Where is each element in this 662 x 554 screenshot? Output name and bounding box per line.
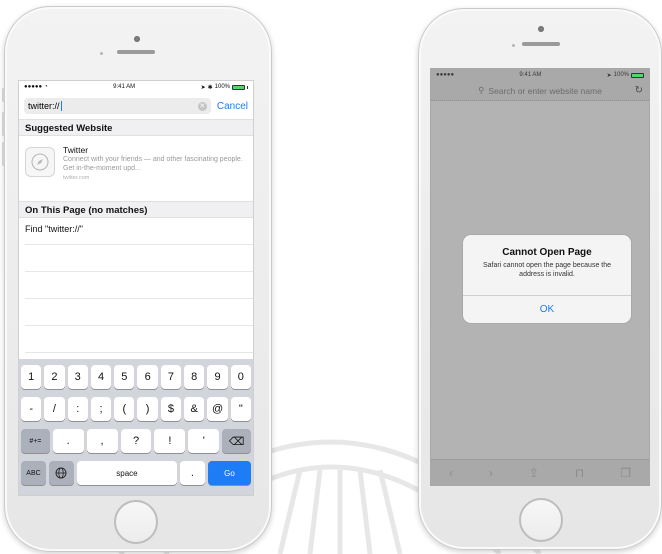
- key[interactable]: !: [154, 429, 186, 453]
- battery-icon: [631, 72, 644, 78]
- alert-title: Cannot Open Page: [502, 247, 592, 258]
- key[interactable]: ': [188, 429, 220, 453]
- status-bar: ●●●●● 9:41 AM ➤ 100%: [431, 69, 649, 81]
- key[interactable]: 3: [67, 365, 88, 389]
- more-symbols-key[interactable]: #+=: [21, 429, 50, 453]
- status-time: 9:41 AM: [113, 84, 136, 90]
- suggested-website-header: Suggested Website: [19, 119, 253, 136]
- key[interactable]: &: [184, 397, 205, 421]
- numeric-keyboard: 1 2 3 4 5 6 7 8 9 0 - / : ; ( ) $ & @ " …: [19, 359, 253, 495]
- suggestion-description: Connect with your friends — and other fa…: [63, 156, 243, 172]
- home-button[interactable]: [114, 500, 158, 544]
- suggestion-title: Twitter: [63, 145, 89, 155]
- cannot-open-page-alert: Cannot Open Page Safari cannot open the …: [463, 235, 631, 323]
- battery-icon: [232, 84, 245, 90]
- suggested-website-item[interactable]: Twitter Connect with your friends — and …: [19, 139, 253, 195]
- key[interactable]: 9: [207, 365, 228, 389]
- text-caret: [60, 101, 62, 111]
- address-text: twitter://: [28, 101, 60, 111]
- search-icon: ⚲: [478, 85, 485, 95]
- volume-up-button: [2, 112, 5, 136]
- carrier-signal: ●●●●●: [436, 72, 455, 78]
- bookmarks-icon[interactable]: ⊓: [575, 466, 584, 480]
- key[interactable]: 2: [44, 365, 65, 389]
- sensor-dot: [512, 44, 515, 47]
- key[interactable]: 5: [114, 365, 135, 389]
- keyboard-row-punctuation: #+= . , ? ! ' ⌫: [21, 429, 252, 453]
- bluetooth-icon: ✱: [207, 84, 213, 91]
- row-divider: [25, 352, 253, 353]
- key[interactable]: .: [52, 429, 84, 453]
- volume-down-button: [2, 142, 5, 166]
- find-on-page-item[interactable]: Find "twitter://": [25, 224, 83, 234]
- key[interactable]: 8: [184, 365, 205, 389]
- search-placeholder: Search or enter website name: [488, 85, 602, 96]
- key[interactable]: 0: [230, 365, 251, 389]
- status-time: 9:41 AM: [519, 72, 542, 78]
- key[interactable]: @: [207, 397, 228, 421]
- address-bar-row: twitter:// ✕ Cancel: [19, 94, 253, 118]
- key[interactable]: ): [137, 397, 158, 421]
- keyboard-row-symbols: - / : ; ( ) $ & @ ": [21, 397, 251, 421]
- safari-toolbar: ‹ › ⇪ ⊓ ❐: [431, 459, 649, 485]
- right-safari-screen: ●●●●● 9:41 AM ➤ 100% ⚲ Search or enter we…: [430, 68, 650, 486]
- search-bar[interactable]: ⚲ Search or enter website name ↻: [431, 81, 649, 101]
- tabs-icon[interactable]: ❐: [620, 466, 631, 480]
- address-field[interactable]: twitter:// ✕: [24, 98, 211, 114]
- key[interactable]: $: [160, 397, 182, 421]
- key[interactable]: :: [67, 397, 88, 421]
- carrier-signal: ●●●●●: [24, 84, 43, 90]
- keyboard-row-bottom: ABC space . Go: [21, 461, 252, 485]
- location-icon: ➤: [200, 84, 206, 91]
- wifi-icon: ◔: [44, 84, 48, 90]
- location-icon: ➤: [606, 72, 612, 79]
- key[interactable]: 6: [137, 365, 158, 389]
- screenshot-stage: ●●●●● ◔ 9:41 AM ➤ ✱ 100% twitter:// ✕ Canc…: [0, 0, 662, 554]
- on-this-page-header: On This Page (no matches): [19, 201, 253, 218]
- abc-key[interactable]: ABC: [21, 461, 46, 485]
- share-icon[interactable]: ⇪: [529, 466, 539, 480]
- battery-percent: 100%: [214, 84, 230, 90]
- earpiece-speaker: [117, 50, 155, 54]
- ok-button[interactable]: OK: [463, 296, 631, 323]
- row-divider: [25, 244, 253, 245]
- key[interactable]: ": [230, 397, 251, 421]
- backspace-icon[interactable]: ⌫: [222, 429, 252, 453]
- key[interactable]: ,: [86, 429, 118, 453]
- compass-icon: [25, 147, 55, 177]
- left-safari-screen: ●●●●● ◔ 9:41 AM ➤ ✱ 100% twitter:// ✕ Canc…: [18, 80, 254, 496]
- forward-icon[interactable]: ›: [489, 466, 493, 480]
- key[interactable]: (: [114, 397, 135, 421]
- key[interactable]: /: [44, 397, 65, 421]
- front-camera-icon: [134, 36, 140, 42]
- status-bar: ●●●●● ◔ 9:41 AM ➤ ✱ 100%: [19, 81, 253, 93]
- row-divider: [25, 271, 253, 272]
- go-key[interactable]: Go: [207, 461, 252, 485]
- home-button[interactable]: [519, 498, 563, 542]
- mute-switch: [2, 88, 5, 102]
- cancel-button[interactable]: Cancel: [217, 101, 248, 112]
- clear-icon[interactable]: ✕: [197, 101, 207, 111]
- suggestion-url: twitter.com: [63, 175, 90, 181]
- dot-key[interactable]: .: [179, 461, 205, 485]
- back-icon[interactable]: ‹: [449, 466, 453, 480]
- key[interactable]: 1: [21, 365, 42, 389]
- key[interactable]: ;: [90, 397, 112, 421]
- battery-percent: 100%: [613, 72, 629, 78]
- key[interactable]: -: [21, 397, 42, 421]
- space-key[interactable]: space: [76, 461, 177, 485]
- key[interactable]: 7: [160, 365, 182, 389]
- alert-message: Safari cannot open the page because the …: [482, 262, 612, 278]
- keyboard-row-numbers: 1 2 3 4 5 6 7 8 9 0: [21, 365, 251, 389]
- reload-icon[interactable]: ↻: [635, 85, 643, 96]
- key[interactable]: ?: [120, 429, 152, 453]
- sensor-dot: [100, 52, 103, 55]
- earpiece-speaker: [522, 42, 560, 46]
- row-divider: [25, 325, 253, 326]
- key[interactable]: 4: [90, 365, 112, 389]
- row-divider: [25, 298, 253, 299]
- front-camera-icon: [538, 26, 544, 32]
- globe-icon[interactable]: [48, 461, 74, 485]
